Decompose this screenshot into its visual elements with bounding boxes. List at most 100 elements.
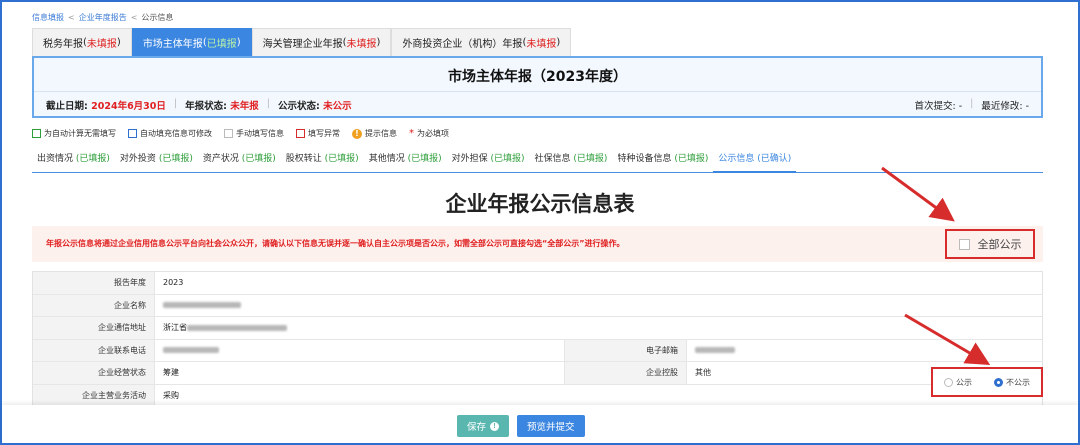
row-label: 企业经营状态 xyxy=(33,362,155,384)
table-row: 企业名称 xyxy=(33,294,1042,317)
red-box-icon xyxy=(296,129,305,138)
tab-other[interactable]: 其他情况 (已填报) xyxy=(364,153,447,173)
legend-label: 提示信息 xyxy=(365,129,397,138)
row-value xyxy=(155,339,565,361)
tab-label: 特种设备信息 xyxy=(617,154,672,164)
breadcrumb-item-info[interactable]: 信息填报 xyxy=(32,13,64,22)
redacted-text xyxy=(163,302,241,308)
annual-status-label: 年报状态: xyxy=(185,101,227,112)
tab-capital[interactable]: 出资情况 (已填报) xyxy=(32,153,115,173)
tab-status: (已填报) xyxy=(573,154,608,164)
first-submit: 首次提交: - xyxy=(914,101,963,112)
save-button[interactable]: 保存! xyxy=(457,415,510,437)
tab-market-report[interactable]: 市场主体年报(已填报) xyxy=(131,28,252,56)
tab-label: 对外担保 xyxy=(451,154,488,164)
tab-foreign-report[interactable]: 外商投资企业（机构）年报(未填报) xyxy=(391,28,572,56)
tab-status: 未填报 xyxy=(346,39,377,50)
publicity-table: 报告年度 2023 企业名称 企业通信地址 浙江省 企业联系电话 电子邮箱 企业… xyxy=(32,271,1043,408)
legend-auto-fill: 自动填充信息可修改 xyxy=(128,128,212,139)
report-status-info: 截止日期: 2024年6月30日 | 年报状态: 未年报 | 公示状态: 未公示 xyxy=(46,98,352,112)
footer-bar: 保存! 预览并提交 xyxy=(2,405,1078,443)
legend-label: 填写异常 xyxy=(308,129,340,138)
row-label: 电子邮箱 xyxy=(565,339,687,361)
tab-equity[interactable]: 股权转让 (已填报) xyxy=(281,153,364,173)
breadcrumb: 信息填报 < 企业年度报告 < 公示信息 xyxy=(32,12,173,23)
row-label: 企业通信地址 xyxy=(33,317,155,339)
tab-guarantee[interactable]: 对外担保 (已填报) xyxy=(447,153,530,173)
breadcrumb-item-report[interactable]: 企业年度报告 xyxy=(79,13,127,22)
divider: | xyxy=(173,98,178,109)
legend-required: * 为必填项 xyxy=(409,128,449,139)
legend-label: 手动填写信息 xyxy=(236,129,284,138)
notice-text: 年报公示信息将通过企业信用信息公示平台向社会公众公开，请确认以下信息无误并逐一确… xyxy=(46,239,625,248)
tab-status: (已填报) xyxy=(490,154,525,164)
save-label: 保存 xyxy=(467,422,487,433)
legend-auto-calc: 为自动计算无需填写 xyxy=(32,128,116,139)
tab-label: 海关管理企业年报 xyxy=(262,39,343,50)
publicity-status-label: 公示状态: xyxy=(277,101,320,112)
chevron-left-icon: < xyxy=(130,13,138,22)
report-header: 市场主体年报（2023年度） 截止日期: 2024年6月30日 | 年报状态: … xyxy=(32,56,1043,118)
tab-label: 税务年报 xyxy=(43,39,83,50)
table-row: 企业联系电话 电子邮箱 xyxy=(33,339,1042,362)
legend-label: 自动填充信息可修改 xyxy=(140,129,212,138)
tab-label: 公示信息 xyxy=(718,154,755,164)
table-row: 企业经营状态 筹建 企业控股 其他 xyxy=(33,362,1042,385)
tab-special-equipment[interactable]: 特种设备信息 (已填报) xyxy=(612,153,713,173)
tab-label: 社保信息 xyxy=(534,154,571,164)
tab-status: (已填报) xyxy=(674,154,709,164)
tab-investment[interactable]: 对外投资 (已填报) xyxy=(115,153,198,173)
tab-status: 未填报 xyxy=(86,39,117,50)
deadline-label: 截止日期: xyxy=(46,101,88,112)
tab-status: (已填报) xyxy=(324,154,359,164)
radio-not-public[interactable]: 不公示 xyxy=(994,377,1030,388)
tab-customs-report[interactable]: 海关管理企业年报(未填报) xyxy=(251,28,392,56)
radio-label: 不公示 xyxy=(1006,377,1030,387)
tab-label: 市场主体年报 xyxy=(142,39,203,50)
row-value xyxy=(687,340,1042,362)
preview-submit-button[interactable]: 预览并提交 xyxy=(517,415,585,437)
tab-tax-report[interactable]: 税务年报(未填报) xyxy=(32,28,132,56)
tab-status: 未填报 xyxy=(526,39,557,50)
radio-icon[interactable] xyxy=(944,377,953,387)
tab-status: (已填报) xyxy=(158,154,193,164)
legend: 为自动计算无需填写 自动填充信息可修改 手动填写信息 填写异常 ! 提示信息 * 为… xyxy=(32,128,449,139)
tab-label: 出资情况 xyxy=(37,154,74,164)
tab-status: (已填报) xyxy=(241,154,276,164)
table-row: 企业主营业务活动 采购 xyxy=(33,384,1042,407)
redacted-text xyxy=(163,347,219,353)
publicity-status-value: 未公示 xyxy=(323,101,352,112)
section-tabs: 出资情况 (已填报) 对外投资 (已填报) 资产状况 (已填报) 股权转让 (已… xyxy=(32,153,1043,173)
divider xyxy=(34,91,1041,92)
tab-social-security[interactable]: 社保信息 (已填报) xyxy=(530,153,613,173)
report-tabs: 税务年报(未填报) 市场主体年报(已填报) 海关管理企业年报(未填报) 外商投资… xyxy=(32,28,572,56)
legend-manual: 手动填写信息 xyxy=(224,128,284,139)
page-title: 企业年报公示信息表 xyxy=(445,192,635,216)
radio-selected-icon[interactable] xyxy=(994,377,1003,387)
warning-icon: ! xyxy=(352,128,362,139)
row-label: 企业控股 xyxy=(565,362,687,384)
annual-status-value: 未年报 xyxy=(230,101,259,112)
tab-assets[interactable]: 资产状况 (已填报) xyxy=(198,153,281,173)
tab-label: 资产状况 xyxy=(202,154,239,164)
radio-public[interactable]: 公示 xyxy=(944,377,972,388)
tab-status: 已填报 xyxy=(206,39,237,50)
legend-label: 为自动计算无需填写 xyxy=(44,129,116,138)
checkbox-icon[interactable] xyxy=(958,238,970,250)
row-label: 企业联系电话 xyxy=(33,339,155,361)
row-value: 采购 xyxy=(163,390,179,400)
address-prefix: 浙江省 xyxy=(163,323,187,332)
all-public-checkbox[interactable]: 全部公示 xyxy=(945,229,1035,259)
tab-label: 其他情况 xyxy=(368,154,405,164)
asterisk-icon: * xyxy=(409,128,414,139)
table-row: 企业通信地址 浙江省 xyxy=(33,317,1042,340)
tab-publicity[interactable]: 公示信息 (已确认) xyxy=(713,153,797,173)
deadline-value: 2024年6月30日 xyxy=(91,101,166,112)
row-label: 企业名称 xyxy=(33,294,155,316)
legend-label: 为必填项 xyxy=(417,129,449,138)
table-row: 报告年度 2023 xyxy=(33,272,1042,295)
tab-label: 股权转让 xyxy=(285,154,322,164)
all-public-label: 全部公示 xyxy=(977,238,1022,251)
tab-label: 外商投资企业（机构）年报 xyxy=(402,39,523,50)
row-value: 2023 xyxy=(163,278,184,287)
